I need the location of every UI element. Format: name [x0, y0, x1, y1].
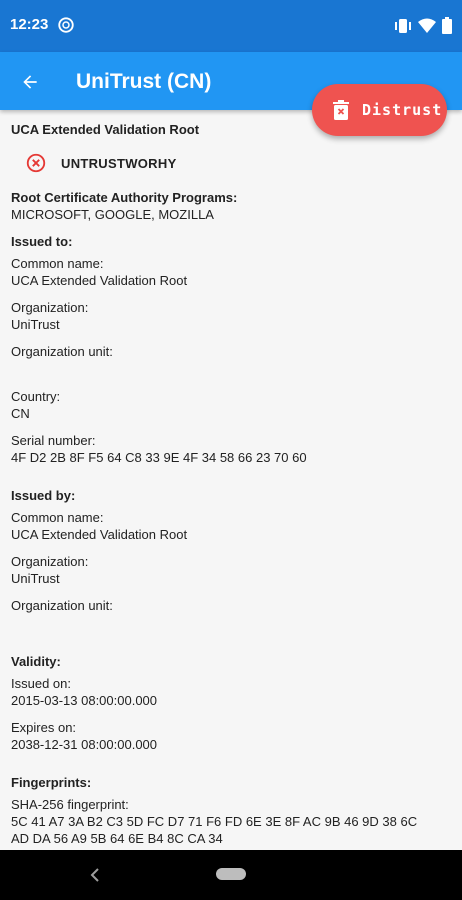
issued-to-header: Issued to:	[11, 234, 73, 249]
status-bar: 12:23	[0, 0, 462, 52]
distrust-button[interactable]: Distrust	[312, 84, 447, 136]
issued-to-common-name-label: Common name:	[11, 256, 104, 271]
issued-by-common-name-label: Common name:	[11, 510, 104, 525]
distrust-button-label: Distrust	[362, 101, 443, 119]
sync-icon	[58, 17, 74, 33]
trust-status: UNTRUSTWORHY	[25, 152, 177, 174]
nav-home-pill[interactable]	[216, 868, 246, 880]
issued-on-label: Issued on:	[11, 676, 71, 691]
screen: 12:23 UniTrust (CN) UCA Extended Validat…	[0, 0, 462, 900]
serial-number-value: 4F D2 2B 8F F5 64 C8 33 9E 4F 34 58 66 2…	[11, 450, 307, 465]
issued-on-value: 2015-03-13 08:00:00.000	[11, 693, 158, 708]
expires-on-value: 2038-12-31 08:00:00.000	[11, 737, 158, 752]
status-time: 12:23	[10, 16, 49, 33]
back-button[interactable]	[14, 66, 46, 98]
serial-number-label: Serial number:	[11, 433, 96, 448]
trust-status-label: UNTRUSTWORHY	[61, 155, 177, 171]
issued-to-organization-label: Organization:	[11, 300, 89, 315]
trash-x-icon	[333, 100, 349, 120]
issued-to-country-label: Country:	[11, 389, 61, 404]
arrow-back-icon	[23, 75, 37, 89]
wifi-icon	[418, 18, 436, 33]
validity-header: Validity:	[11, 654, 61, 669]
issued-by-org-unit-label: Organization unit:	[11, 598, 113, 613]
issued-to-country-value: CN	[11, 406, 30, 421]
sha256-value-line1: 5C 41 A7 3A B2 C3 5D FC D7 71 F6 FD 6E 3…	[11, 814, 418, 829]
certificate-name: UCA Extended Validation Root	[11, 122, 200, 137]
sha256-value-line2: AD DA 56 A9 5B 64 6E B4 8C CA 34	[11, 831, 223, 846]
issued-to-org-unit-label: Organization unit:	[11, 344, 113, 359]
issued-to-common-name-value: UCA Extended Validation Root	[11, 273, 188, 288]
issued-by-header: Issued by:	[11, 488, 76, 503]
issued-by-organization-label: Organization:	[11, 554, 89, 569]
issued-by-organization-value: UniTrust	[11, 571, 60, 586]
issued-by-common-name-value: UCA Extended Validation Root	[11, 527, 188, 542]
programs-value: MICROSOFT, GOOGLE, MOZILLA	[11, 207, 214, 222]
status-icons	[394, 17, 452, 34]
x-circle-icon	[26, 153, 46, 173]
fingerprints-header: Fingerprints:	[11, 775, 92, 790]
sha256-label: SHA-256 fingerprint:	[11, 797, 129, 812]
battery-icon	[442, 17, 452, 34]
page-title: UniTrust (CN)	[76, 70, 212, 93]
nav-back-icon[interactable]	[88, 866, 102, 884]
expires-on-label: Expires on:	[11, 720, 77, 735]
programs-label: Root Certificate Authority Programs:	[11, 190, 238, 205]
issued-to-organization-value: UniTrust	[11, 317, 60, 332]
vibrate-icon	[395, 18, 411, 33]
